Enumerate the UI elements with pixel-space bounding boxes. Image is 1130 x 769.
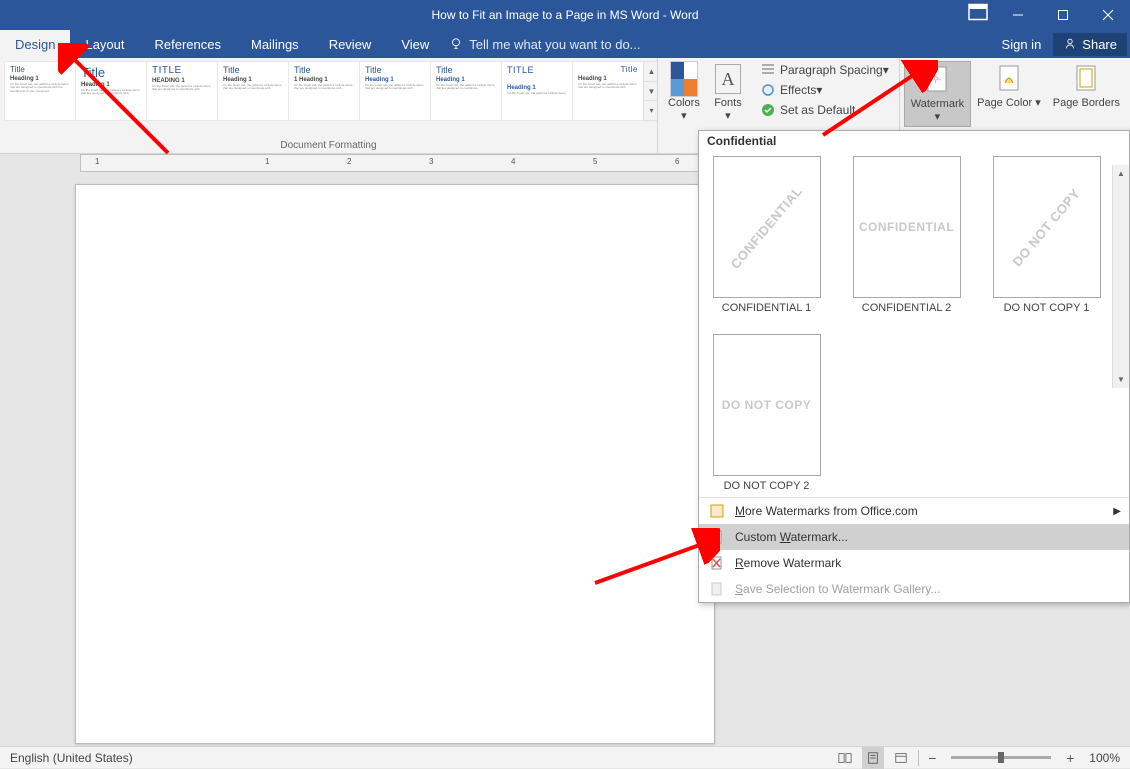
share-icon	[1063, 37, 1077, 51]
theme-style-item[interactable]: TitleHeading 1On the Insert tab, the gal…	[217, 61, 289, 121]
set-as-default-button[interactable]: Set as Default	[754, 101, 895, 119]
zoom-level[interactable]: 100%	[1089, 751, 1120, 765]
page-borders-icon	[1070, 63, 1102, 95]
ribbon-tabs: Design Layout References Mailings Review…	[0, 30, 1130, 58]
zoom-slider[interactable]	[951, 756, 1051, 759]
page-borders-button[interactable]: Page Borders	[1047, 61, 1126, 112]
checkmark-icon	[760, 102, 776, 118]
effects-button[interactable]: Effects ▾	[754, 81, 895, 99]
lightbulb-icon	[449, 37, 463, 51]
theme-style-item[interactable]: TitleHeading 1On the Insert tab, the gal…	[75, 61, 147, 121]
fonts-button[interactable]: A Fonts▾	[706, 61, 750, 125]
watermark-icon: A	[921, 64, 953, 96]
custom-watermark-icon: A	[709, 529, 725, 545]
titlebar: How to Fit an Image to a Page in MS Word…	[0, 0, 1130, 30]
status-language[interactable]: English (United States)	[0, 751, 143, 765]
tab-view[interactable]: View	[386, 30, 444, 58]
more-watermarks-office[interactable]: More Watermarks from Office.com ▶	[699, 498, 1129, 524]
theme-gallery[interactable]: TitleHeading 1On the Insert tab, the gal…	[4, 61, 657, 121]
ribbon-display-options-icon[interactable]	[966, 0, 990, 24]
colors-icon	[670, 61, 698, 97]
submenu-arrow-icon: ▶	[1113, 506, 1121, 517]
web-layout-view-button[interactable]	[890, 747, 912, 769]
watermark-preset-do-not-copy-1[interactable]: DO NOT COPY DO NOT COPY 1	[989, 156, 1104, 314]
watermark-menu-commands: More Watermarks from Office.com ▶ A Cust…	[699, 497, 1129, 602]
theme-style-item[interactable]: TitleHeading 1On the Insert tab, the gal…	[430, 61, 502, 121]
watermark-preset-confidential-2[interactable]: CONFIDENTIAL CONFIDENTIAL 2	[849, 156, 964, 314]
tab-layout[interactable]: Layout	[70, 30, 139, 58]
theme-style-item[interactable]: TitleHeading 1On the Insert tab, the gal…	[359, 61, 431, 121]
dropdown-scrollbar[interactable]: ▲ ▼	[1112, 165, 1129, 388]
paragraph-spacing-icon	[760, 62, 776, 78]
theme-style-item[interactable]: TITLEHEADING 1On the Insert tab, the gal…	[146, 61, 218, 121]
fonts-icon: A	[712, 63, 744, 95]
maximize-button[interactable]	[1040, 0, 1085, 30]
gallery-scroll-up[interactable]: ▲	[644, 62, 657, 81]
svg-text:A: A	[714, 535, 719, 542]
theme-style-item[interactable]: TITLEHeading 1On the Insert tab, the gal…	[501, 61, 573, 121]
remove-watermark[interactable]: Remove Watermark	[699, 550, 1129, 576]
sign-in-link[interactable]: Sign in	[1002, 37, 1042, 52]
signin-share-area: Sign in Share	[1002, 30, 1130, 58]
close-button[interactable]	[1085, 0, 1130, 30]
office-icon	[709, 503, 725, 519]
tab-review[interactable]: Review	[314, 30, 387, 58]
watermark-preset-confidential-1[interactable]: CONFIDENTIAL CONFIDENTIAL 1	[709, 156, 824, 314]
page-color-button[interactable]: Page Color ▾	[971, 61, 1047, 112]
tell-me-search[interactable]: Tell me what you want to do...	[449, 30, 640, 58]
page-color-icon	[993, 63, 1025, 95]
gallery-scroll-down[interactable]: ▼	[644, 81, 657, 101]
save-gallery-icon	[709, 581, 725, 597]
colors-button[interactable]: Colors▾	[662, 61, 706, 125]
tab-references[interactable]: References	[140, 30, 236, 58]
tell-me-placeholder: Tell me what you want to do...	[469, 37, 640, 52]
theme-style-item[interactable]: Title1 Heading 1On the Insert tab, the g…	[288, 61, 360, 121]
watermark-preset-grid: CONFIDENTIAL CONFIDENTIAL 1 CONFIDENTIAL…	[699, 151, 1129, 497]
effects-icon	[760, 82, 776, 98]
custom-watermark[interactable]: A Custom Watermark...	[699, 524, 1129, 550]
paragraph-spacing-button[interactable]: Paragraph Spacing ▾	[754, 61, 895, 79]
gallery-expand[interactable]: ▾	[644, 100, 657, 120]
share-button[interactable]: Share	[1053, 33, 1127, 56]
window-title: How to Fit an Image to a Page in MS Word…	[432, 8, 699, 22]
scroll-up-icon[interactable]: ▲	[1113, 165, 1129, 182]
print-layout-view-button[interactable]	[862, 747, 884, 769]
minimize-button[interactable]	[995, 0, 1040, 30]
group-label: Document Formatting	[0, 140, 657, 153]
watermark-button[interactable]: A Watermark▾	[904, 61, 971, 127]
scroll-down-icon[interactable]: ▼	[1113, 371, 1129, 388]
save-selection-watermark: Save Selection to Watermark Gallery...	[699, 576, 1129, 602]
watermark-dropdown: Confidential CONFIDENTIAL CONFIDENTIAL 1…	[698, 130, 1130, 603]
remove-watermark-icon	[709, 555, 725, 571]
theme-gallery-more: ▲ ▼ ▾	[643, 61, 657, 121]
read-mode-view-button[interactable]	[834, 747, 856, 769]
dd-section-confidential: Confidential	[699, 131, 1129, 151]
zoom-out-button[interactable]: −	[925, 750, 939, 766]
document-page[interactable]	[75, 184, 715, 744]
tab-mailings[interactable]: Mailings	[236, 30, 314, 58]
window-controls	[966, 0, 1130, 30]
statusbar: English (United States) − + 100%	[0, 746, 1130, 768]
theme-style-item[interactable]: TitleHeading 1On the Insert tab, the gal…	[4, 61, 76, 121]
group-document-formatting: TitleHeading 1On the Insert tab, the gal…	[0, 58, 658, 153]
theme-style-item[interactable]: TitleHeading 1On the Insert tab, the gal…	[572, 61, 644, 121]
watermark-preset-do-not-copy-2[interactable]: DO NOT COPY DO NOT COPY 2	[709, 334, 824, 492]
tab-design[interactable]: Design	[0, 30, 70, 58]
zoom-in-button[interactable]: +	[1063, 750, 1077, 766]
